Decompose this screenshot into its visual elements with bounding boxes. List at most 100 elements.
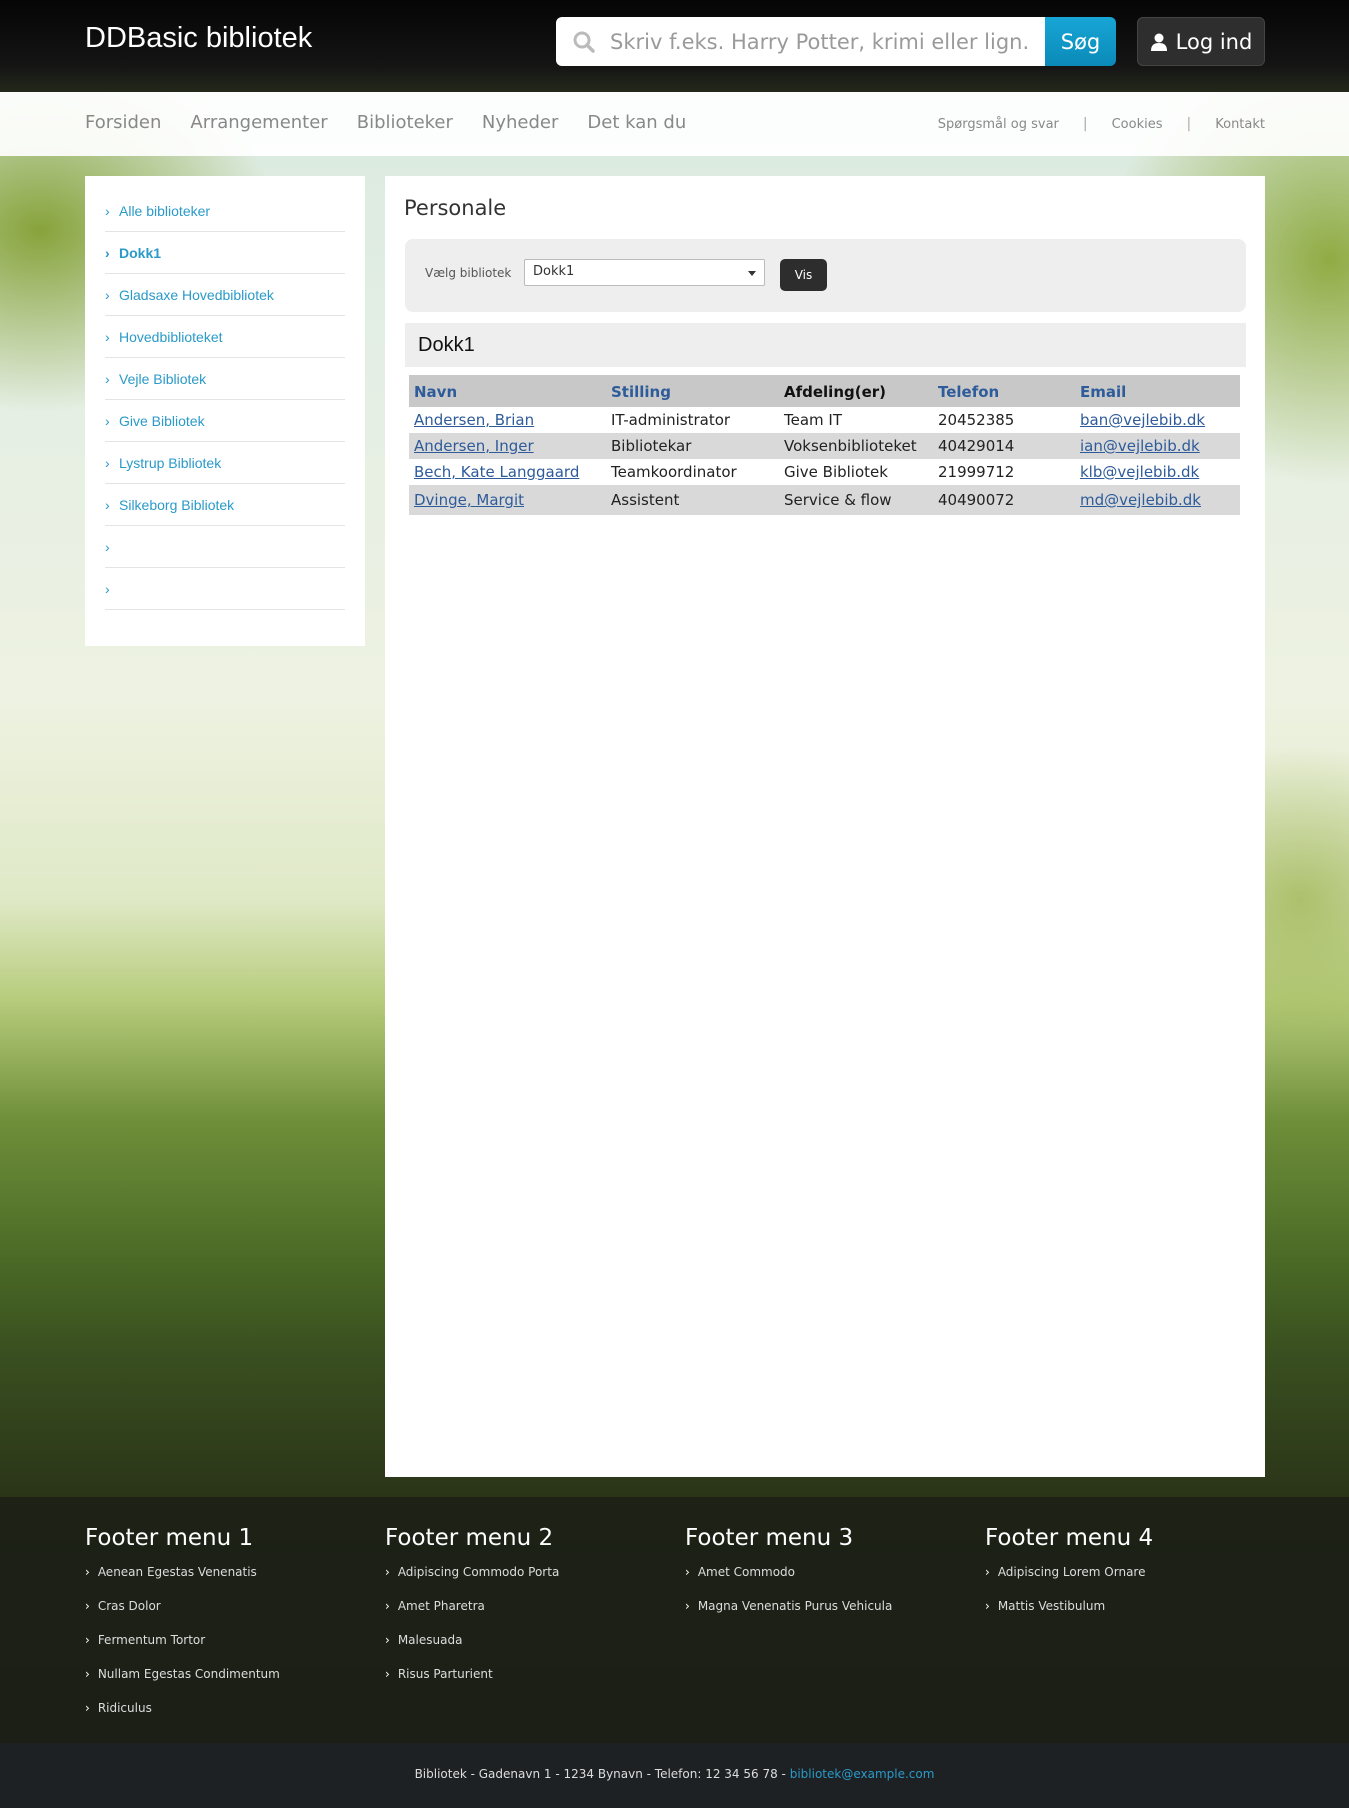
page-title: Personale [404, 196, 507, 220]
search-icon [573, 31, 595, 53]
footer-link[interactable]: › Risus Parturient [385, 1663, 665, 1697]
column-header-telefon[interactable]: Telefon [933, 375, 1075, 407]
sidebar-item-hovedbiblioteket[interactable]: › Hovedbiblioteket [105, 316, 345, 358]
library-filter: Vælg bibliotek Dokk1 Vis [405, 239, 1246, 312]
footer-link-label: Magna Venenatis Purus Vehicula [697, 1599, 893, 1613]
table-row: Andersen, Inger Bibliotekar Voksenbiblio… [409, 433, 1240, 459]
footer-address: Bibliotek - Gadenavn 1 - 1234 Bynavn - T… [0, 1767, 1349, 1781]
staff-department: Give Bibliotek [784, 463, 888, 481]
staff-department: Team IT [784, 411, 843, 429]
chevron-right-icon: › [85, 1701, 90, 1715]
library-select[interactable]: Dokk1 [524, 259, 765, 286]
footer-link[interactable]: › Amet Pharetra [385, 1595, 665, 1629]
staff-position: Bibliotekar [606, 433, 779, 459]
chevron-right-icon: › [105, 580, 110, 597]
chevron-right-icon: › [985, 1565, 990, 1579]
staff-email-link[interactable]: ian@vejlebib.dk [1080, 437, 1200, 455]
chevron-right-icon: › [105, 496, 110, 513]
library-select-value: Dokk1 [533, 264, 575, 279]
footer: Footer menu 1 › Aenean Egestas Venenatis … [0, 1497, 1349, 1743]
chevron-right-icon: › [105, 370, 110, 387]
footer-link[interactable]: › Magna Venenatis Purus Vehicula [685, 1595, 965, 1629]
chevron-right-icon: › [685, 1599, 690, 1613]
table-row: Bech, Kate Langgaard Teamkoordinator Giv… [409, 459, 1240, 485]
chevron-right-icon: › [85, 1565, 90, 1579]
nav-item-biblioteker[interactable]: Biblioteker [357, 112, 453, 133]
result-heading-text: Dokk1 [418, 334, 475, 356]
footer-link[interactable]: › Mattis Vestibulum [985, 1595, 1265, 1629]
footer-link[interactable]: › Nullam Egestas Condimentum [85, 1663, 365, 1697]
sidebar-item-vejle[interactable]: › Vejle Bibliotek [105, 358, 345, 400]
footer-link[interactable]: › Adipiscing Commodo Porta [385, 1561, 665, 1595]
sidebar-item-label: Hovedbiblioteket [119, 328, 223, 345]
nav-item-arrangementer[interactable]: Arrangementer [190, 112, 327, 133]
nav-item-det-kan-du[interactable]: Det kan du [587, 112, 686, 133]
sidebar-item-empty[interactable]: › [105, 568, 345, 610]
footer-link-label: Adipiscing Lorem Ornare [997, 1565, 1146, 1579]
footer-link[interactable]: › Fermentum Tortor [85, 1629, 365, 1663]
nav-link-kontakt[interactable]: Kontakt [1215, 117, 1265, 132]
staff-department: Service & flow [779, 485, 933, 515]
chevron-right-icon: › [105, 412, 110, 429]
login-button[interactable]: Log ind [1137, 17, 1265, 66]
footer-link[interactable]: › Adipiscing Lorem Ornare [985, 1561, 1265, 1595]
chevron-right-icon: › [105, 202, 110, 219]
staff-name-link[interactable]: Andersen, Inger [414, 437, 534, 455]
column-header-stilling[interactable]: Stilling [606, 375, 779, 407]
login-label: Log ind [1175, 29, 1253, 54]
sidebar-item-silkeborg[interactable]: › Silkeborg Bibliotek [105, 484, 345, 526]
footer-link[interactable]: › Cras Dolor [85, 1595, 365, 1629]
footer-menu-title: Footer menu 1 [85, 1525, 254, 1551]
chevron-right-icon: › [85, 1599, 90, 1613]
sidebar-item-gladsaxe[interactable]: › Gladsaxe Hovedbibliotek [105, 274, 345, 316]
footer-email-link[interactable]: bibliotek@example.com [790, 1767, 935, 1781]
footer-link-label: Fermentum Tortor [97, 1633, 206, 1647]
sidebar-item-alle-biblioteker[interactable]: › Alle biblioteker [105, 190, 345, 232]
column-header-afdeling: Afdeling(er) [779, 375, 933, 407]
footer-link[interactable]: › Malesuada [385, 1629, 665, 1663]
search-button[interactable]: Søg [1045, 17, 1116, 66]
sidebar-item-label: Silkeborg Bibliotek [119, 496, 235, 513]
chevron-right-icon: › [385, 1565, 390, 1579]
chevron-right-icon: › [105, 244, 110, 261]
staff-email-link[interactable]: md@vejlebib.dk [1080, 491, 1201, 509]
footer-link[interactable]: › Amet Commodo [685, 1561, 965, 1595]
chevron-right-icon: › [105, 286, 110, 303]
search-input[interactable] [604, 17, 1056, 66]
footer-menu-title: Footer menu 2 [385, 1525, 554, 1551]
sidebar-item-empty[interactable]: › [105, 526, 345, 568]
footer-link[interactable]: › Aenean Egestas Venenatis [85, 1561, 365, 1595]
main-navigation: Forsiden Arrangementer Biblioteker Nyhed… [0, 92, 1349, 156]
footer-link-label: Cras Dolor [97, 1599, 161, 1613]
staff-name-link[interactable]: Bech, Kate Langgaard [414, 463, 579, 481]
sidebar-item-label: Gladsaxe Hovedbibliotek [119, 286, 274, 303]
nav-link-faq[interactable]: Spørgsmål og svar [938, 117, 1059, 132]
staff-name-link[interactable]: Andersen, Brian [414, 411, 534, 429]
nav-separator: | [1082, 116, 1088, 132]
staff-name-link[interactable]: Dvinge, Margit [414, 491, 524, 509]
staff-position: IT-administrator [611, 411, 731, 429]
column-header-navn[interactable]: Navn [409, 375, 606, 407]
sidebar-item-lystrup[interactable]: › Lystrup Bibliotek [105, 442, 345, 484]
site-title[interactable]: DDBasic bibliotek [85, 22, 312, 55]
column-header-email[interactable]: Email [1075, 375, 1240, 407]
table-row: Andersen, Brian IT-administrator Team IT… [409, 407, 1240, 433]
footer-menu-title: Footer menu 3 [685, 1525, 854, 1551]
sidebar-item-label: Give Bibliotek [119, 412, 205, 429]
nav-item-forsiden[interactable]: Forsiden [85, 112, 161, 133]
footer-link[interactable]: › Ridiculus [85, 1697, 365, 1731]
footer-menu-title: Footer menu 4 [985, 1525, 1154, 1551]
sidebar-item-dokk1[interactable]: › Dokk1 [105, 232, 345, 274]
show-button[interactable]: Vis [780, 259, 827, 291]
staff-email-link[interactable]: klb@vejlebib.dk [1080, 463, 1199, 481]
footer-menu-1: Footer menu 1 › Aenean Egestas Venenatis … [85, 1525, 365, 1731]
caret-down-icon [748, 271, 756, 276]
chevron-right-icon: › [105, 328, 110, 345]
nav-item-nyheder[interactable]: Nyheder [482, 112, 559, 133]
footer-menu-2: Footer menu 2 › Adipiscing Commodo Porta … [385, 1525, 665, 1697]
footer-link-label: Risus Parturient [397, 1667, 493, 1681]
staff-department: Voksenbiblioteket [779, 433, 933, 459]
staff-email-link[interactable]: ban@vejlebib.dk [1080, 411, 1205, 429]
sidebar-item-give[interactable]: › Give Bibliotek [105, 400, 345, 442]
nav-link-cookies[interactable]: Cookies [1112, 117, 1163, 132]
